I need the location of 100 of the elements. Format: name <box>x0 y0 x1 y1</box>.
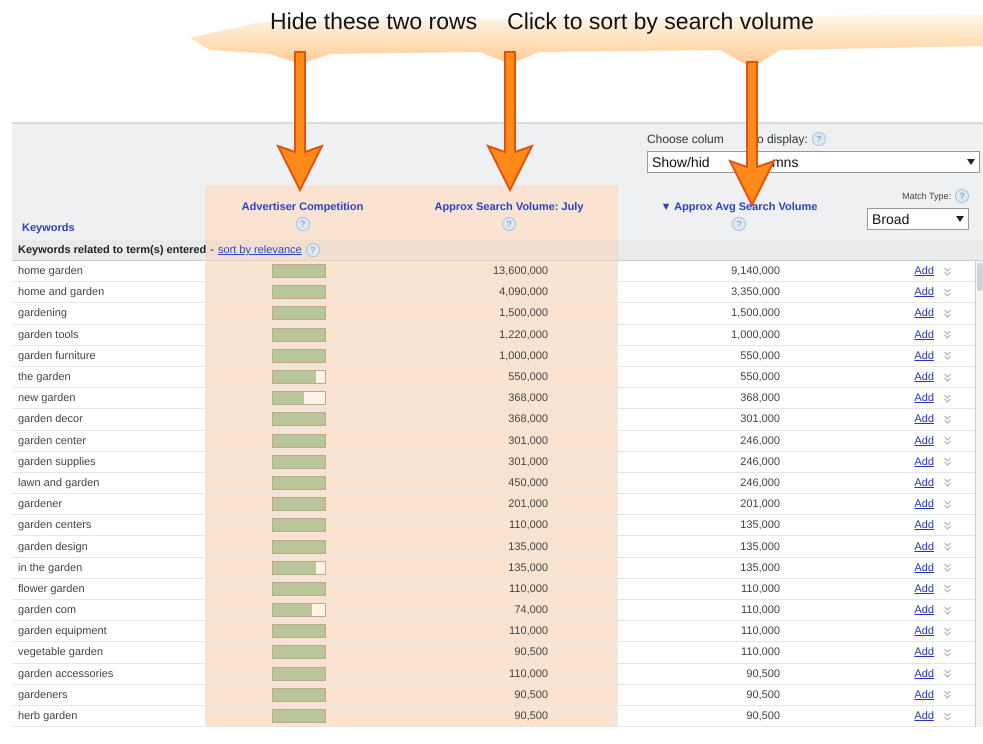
volume-cell: 368,000 <box>508 392 548 404</box>
column-header[interactable]: Keywords <box>22 222 205 234</box>
separator-text: - <box>210 244 214 256</box>
keyword-cell: in the garden <box>18 562 82 574</box>
chevron-icon[interactable] <box>944 563 951 572</box>
volume-cell: 1,500,000 <box>499 307 548 320</box>
volume-cell: 4,090,000 <box>499 286 548 298</box>
volume-cell: 550,000 <box>508 371 548 384</box>
volume-cell: 450,000 <box>508 476 548 489</box>
match-type-dropdown[interactable]: Broad <box>867 208 969 230</box>
add-link[interactable]: Add <box>914 286 934 298</box>
add-link[interactable]: Add <box>914 498 934 510</box>
volume-cell: 246,000 <box>740 434 780 447</box>
chevron-icon[interactable] <box>944 436 951 446</box>
chevron-icon[interactable] <box>944 394 951 403</box>
add-link[interactable]: Add <box>914 434 934 447</box>
volume-cell: 368,000 <box>508 413 548 426</box>
add-link[interactable]: Add <box>914 710 934 722</box>
add-link[interactable]: Add <box>914 562 934 574</box>
volume-cell: 110,000 <box>509 668 548 680</box>
chevron-icon[interactable] <box>944 266 951 276</box>
add-link[interactable]: Add <box>914 582 934 595</box>
keyword-cell: garden accessories <box>18 668 114 680</box>
keyword-cell: garden furniture <box>18 350 96 362</box>
volume-cell: 110,000 <box>509 625 548 638</box>
caret-icon <box>956 216 964 222</box>
volume-cell: 301,000 <box>508 434 548 447</box>
chooser-label: Choose colum <box>647 132 725 146</box>
scroll-thumb[interactable] <box>977 263 983 291</box>
column-header[interactable]: ▼ Approx Avg Search Volume <box>660 201 818 213</box>
keyword-cell: garden tools <box>18 328 79 341</box>
volume-cell: 90,500 <box>514 646 548 658</box>
sort-link[interactable]: sort by relevance <box>218 244 302 256</box>
scrollbar[interactable] <box>975 261 983 728</box>
add-link[interactable]: Add <box>914 265 934 278</box>
volume-cell: 301,000 <box>508 456 548 468</box>
keyword-cell: garden center <box>18 434 86 447</box>
add-link[interactable]: Add <box>914 350 934 362</box>
volume-cell: 201,000 <box>508 498 548 510</box>
volume-cell: 1,500,000 <box>731 307 780 320</box>
chevron-icon[interactable] <box>944 712 951 721</box>
volume-cell: 110,000 <box>509 582 548 595</box>
chevron-icon[interactable] <box>944 542 951 552</box>
add-link[interactable]: Add <box>914 646 934 658</box>
volume-cell: 9,140,000 <box>731 265 780 278</box>
chevron-icon[interactable] <box>944 478 951 488</box>
chevron-icon[interactable] <box>944 626 951 636</box>
column-header[interactable]: Advertiser Competition <box>242 201 364 213</box>
keyword-cell: garden centers <box>18 519 92 532</box>
add-link[interactable]: Add <box>914 688 934 701</box>
volume-cell: 550,000 <box>740 371 780 384</box>
volume-cell: 135,000 <box>740 540 780 553</box>
volume-cell: 246,000 <box>740 456 780 468</box>
keyword-cell: lawn and garden <box>18 476 100 489</box>
add-link[interactable]: Add <box>914 668 934 680</box>
volume-cell: 301,000 <box>740 413 780 426</box>
keyword-cell: garden design <box>18 540 88 553</box>
volume-cell: 368,000 <box>740 392 780 404</box>
callout-text: Hide these two rows <box>270 8 478 35</box>
keyword-cell: garden com <box>18 604 76 616</box>
keyword-cell: garden equipment <box>18 625 107 638</box>
keyword-cell: the garden <box>18 371 71 384</box>
add-link[interactable]: Add <box>914 476 934 489</box>
column-header[interactable]: Approx Search Volume: July <box>434 201 584 213</box>
chevron-icon[interactable] <box>944 669 951 678</box>
keyword-cell: home garden <box>18 265 83 278</box>
add-link[interactable]: Add <box>914 413 934 426</box>
add-link[interactable]: Add <box>914 540 934 553</box>
volume-cell: 110,000 <box>741 625 780 638</box>
add-link[interactable]: Add <box>914 519 934 532</box>
add-link[interactable]: Add <box>914 392 934 404</box>
chevron-icon[interactable] <box>944 690 951 700</box>
match-type-label: Match Type: <box>902 191 951 201</box>
volume-cell: 550,000 <box>740 350 780 362</box>
callout-text: Click to sort by search volume <box>507 8 814 35</box>
chevron-icon[interactable] <box>944 288 951 297</box>
chevron-icon[interactable] <box>944 584 951 594</box>
keyword-cell: flower garden <box>18 582 85 595</box>
add-link[interactable]: Add <box>914 456 934 468</box>
add-link[interactable]: Add <box>914 307 934 320</box>
add-link[interactable]: Add <box>914 625 934 638</box>
chevron-icon[interactable] <box>944 457 951 466</box>
volume-cell: 90,500 <box>746 688 780 701</box>
add-link[interactable]: Add <box>914 604 934 616</box>
keyword-cell: home and garden <box>18 286 104 298</box>
chevron-icon[interactable] <box>944 520 951 530</box>
volume-cell: 135,000 <box>740 562 780 574</box>
chevron-icon[interactable] <box>944 330 951 340</box>
chevron-icon[interactable] <box>944 351 951 360</box>
volume-cell: 90,500 <box>746 668 780 680</box>
keyword-cell: vegetable garden <box>18 646 104 658</box>
chevron-icon[interactable] <box>944 500 951 509</box>
chevron-icon[interactable] <box>944 414 951 424</box>
add-link[interactable]: Add <box>914 371 934 384</box>
chevron-icon[interactable] <box>944 308 951 318</box>
chevron-icon[interactable] <box>944 606 951 615</box>
chevron-icon[interactable] <box>944 372 951 382</box>
chevron-icon[interactable] <box>944 648 951 657</box>
add-link[interactable]: Add <box>914 328 934 341</box>
volume-cell: 90,500 <box>514 710 548 722</box>
